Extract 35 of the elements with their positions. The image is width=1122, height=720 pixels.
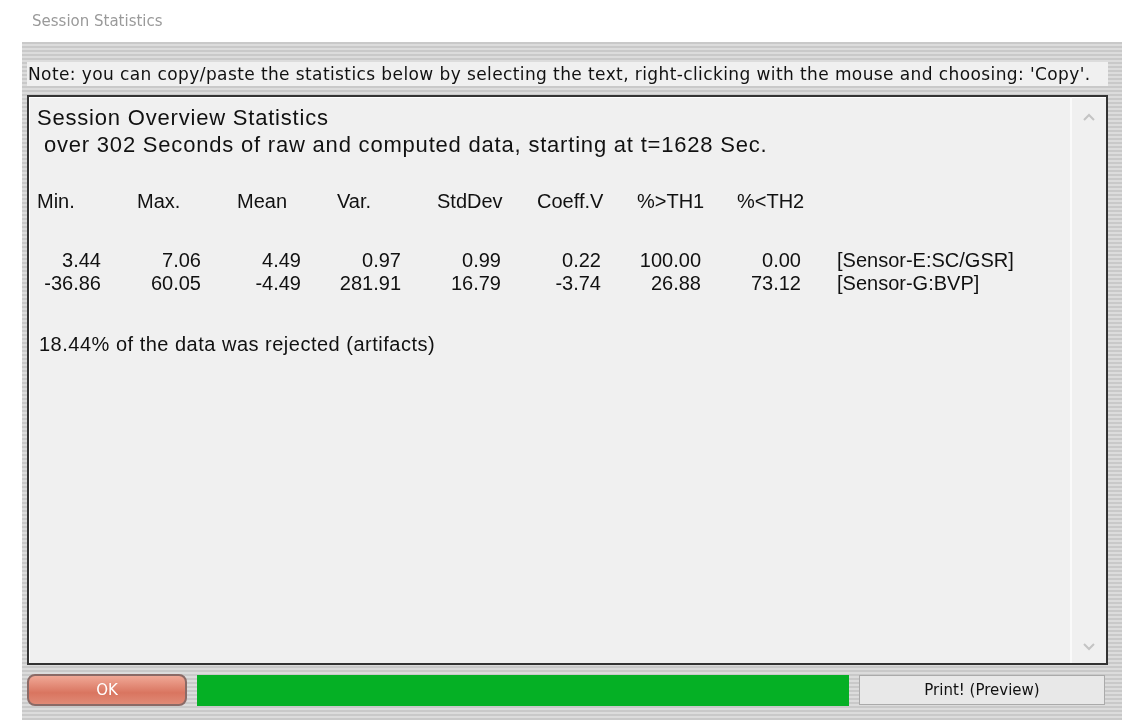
column-header: Min. xyxy=(37,189,76,214)
table-cell-text: 0.22 xyxy=(561,249,601,272)
sensor-label: [Sensor-E:SC/GSR] xyxy=(837,249,1015,272)
column-header: %>TH1 xyxy=(637,189,706,214)
column-header: Coeff.V xyxy=(537,189,605,214)
table-cell-text: 16.79 xyxy=(449,272,501,295)
report-subheading: over 302 Seconds of raw and computed data, starting at t=1628 Sec. xyxy=(42,131,769,159)
scroll-down-icon[interactable] xyxy=(1083,643,1095,651)
table-cell-text: 0.97 xyxy=(361,249,401,272)
table-cell-text: -4.49 xyxy=(254,272,301,295)
table-cell-text: -36.86 xyxy=(43,272,101,295)
table-cell-text: 100.00 xyxy=(638,249,701,272)
window-title: Session Statistics xyxy=(32,12,163,30)
table-cell-text: 26.88 xyxy=(649,272,701,295)
table-cell-text: 73.12 xyxy=(749,272,801,295)
column-header: StdDev xyxy=(437,189,504,214)
table-cell-text: 0.99 xyxy=(461,249,501,272)
table-cell-text: 60.05 xyxy=(149,272,201,295)
column-header: Mean xyxy=(237,189,289,214)
report-heading: Session Overview Statistics xyxy=(37,105,330,131)
table-cell-text: 0.00 xyxy=(761,249,801,272)
rejection-note: 18.44% of the data was rejected (artifacts) xyxy=(38,333,437,356)
sensor-label: [Sensor-G:BVP] xyxy=(837,272,981,295)
column-header: Max. xyxy=(137,189,182,214)
scroll-up-icon[interactable] xyxy=(1083,113,1095,121)
table-cell-text: -3.74 xyxy=(554,272,601,295)
column-header: %<TH2 xyxy=(737,189,806,214)
note-text: Note: you can copy/paste the statistics below by selecting the text, right-clicking with the mouse and choosing: 'Copy'. xyxy=(27,62,1108,86)
statistics-text-area[interactable] xyxy=(27,95,1108,665)
print-button[interactable]: Print! (Preview) xyxy=(859,675,1105,705)
table-cell-text: 4.49 xyxy=(261,249,301,272)
column-header: Var. xyxy=(337,189,373,214)
table-cell-text: 7.06 xyxy=(161,249,201,272)
table-cell-text: 3.44 xyxy=(61,249,101,272)
table-cell-text: 281.91 xyxy=(338,272,401,295)
